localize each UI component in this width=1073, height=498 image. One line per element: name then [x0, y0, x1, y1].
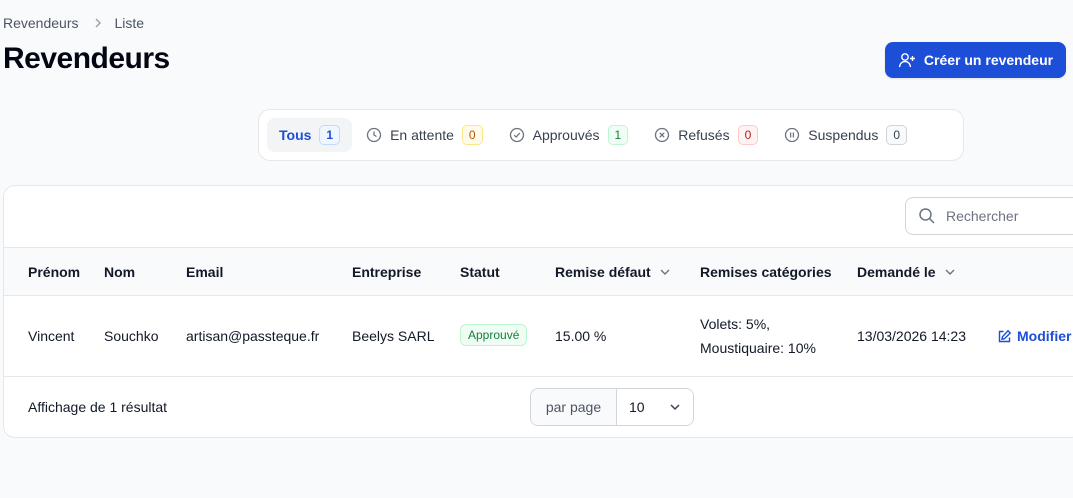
clock-icon [366, 127, 382, 143]
column-entreprise: Entreprise [352, 264, 422, 280]
status-tabs: Tous 1 En attente 0 Approuvés 1 Refusés … [258, 109, 964, 161]
tab-count-badge: 1 [319, 125, 341, 145]
tab-refuses[interactable]: Refusés 0 [642, 118, 770, 152]
search-icon [918, 207, 936, 225]
column-statut: Statut [460, 264, 500, 280]
tab-count-badge: 0 [461, 125, 483, 145]
tab-suspendus[interactable]: Suspendus 0 [772, 118, 919, 152]
breadcrumb-item-revendeurs[interactable]: Revendeurs [3, 15, 79, 31]
tab-count-badge: 1 [607, 125, 629, 145]
tab-count-badge: 0 [886, 125, 908, 145]
pause-circle-icon [784, 127, 800, 143]
column-nom: Nom [104, 264, 136, 280]
breadcrumb-item-liste: Liste [114, 15, 145, 31]
breadcrumb: Revendeurs Liste [3, 15, 144, 31]
column-email: Email [186, 264, 224, 280]
search-box[interactable] [905, 197, 1073, 235]
cell-entreprise: Beelys SARL [352, 328, 435, 344]
edit-label: Modifier [1017, 328, 1072, 344]
tab-approuves[interactable]: Approuvés 1 [497, 118, 641, 152]
cell-prenom: Vincent [28, 328, 75, 344]
column-remises-categories: Remises catégories [700, 264, 832, 280]
per-page-select[interactable]: par page 10 [530, 388, 694, 426]
cell-email: artisan@passteque.fr [186, 328, 320, 344]
per-page-value: 10 [629, 399, 645, 415]
chevron-down-icon [659, 266, 671, 278]
pencil-square-icon [997, 329, 1012, 344]
per-page-dropdown[interactable]: 10 [617, 389, 693, 425]
x-circle-icon [654, 127, 670, 143]
status-badge: Approuvé [460, 324, 528, 346]
cell-remise: 15.00 % [555, 328, 607, 344]
cell-nom: Souchko [104, 328, 159, 344]
chevron-down-icon [944, 266, 956, 278]
resellers-table-card: Prénom Nom Email Entreprise Statut Remis… [3, 185, 1073, 438]
tab-label: Tous [279, 127, 312, 143]
column-remise-defaut[interactable]: Remise défaut [555, 264, 671, 280]
column-label: Remise défaut [555, 264, 651, 280]
check-circle-icon [509, 127, 525, 143]
tab-label: En attente [390, 127, 454, 143]
tab-label: Approuvés [532, 127, 600, 143]
cell-categories-line1: Volets: 5%, [700, 316, 771, 332]
column-prenom: Prénom [28, 264, 81, 280]
chevron-down-icon [669, 401, 681, 413]
chevron-right-icon [93, 17, 103, 29]
tab-count-badge: 0 [737, 125, 759, 145]
tab-tous[interactable]: Tous 1 [267, 118, 353, 152]
tab-label: Refusés [678, 127, 730, 143]
per-page-label: par page [531, 389, 617, 425]
column-label: Demandé le [857, 264, 936, 280]
results-summary: Affichage de 1 résultat [28, 399, 168, 415]
search-input[interactable] [944, 207, 1068, 225]
user-plus-icon [898, 52, 916, 68]
edit-button[interactable]: Modifier [997, 328, 1071, 344]
create-reseller-label: Créer un revendeur [923, 52, 1054, 68]
cell-date: 13/03/2026 14:23 [857, 328, 966, 344]
column-demande-le[interactable]: Demandé le [857, 264, 956, 280]
table-row[interactable]: Vincent Souchko artisan@passteque.fr Bee… [4, 296, 1073, 377]
tab-en-attente[interactable]: En attente 0 [354, 118, 495, 152]
tab-label: Suspendus [808, 127, 879, 143]
cell-categories-line2: Moustiquaire: 10% [700, 340, 816, 356]
table-header: Prénom Nom Email Entreprise Statut Remis… [4, 247, 1073, 296]
create-reseller-button[interactable]: Créer un revendeur [885, 42, 1066, 78]
page-title: Revendeurs [3, 42, 170, 75]
